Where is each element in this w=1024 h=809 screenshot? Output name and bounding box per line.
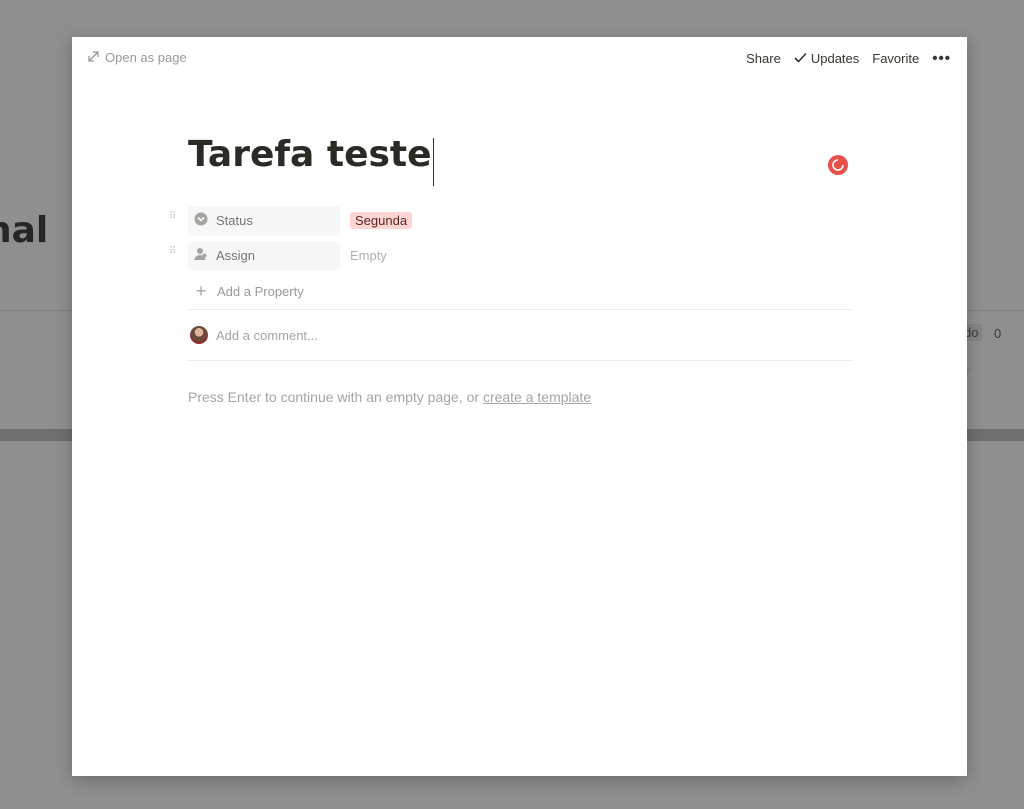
updates-label: Updates	[810, 51, 860, 66]
favorite-button[interactable]: Favorite	[872, 51, 919, 66]
title-row: Tarefa teste	[188, 129, 852, 186]
expand-icon	[88, 50, 99, 65]
comment-row[interactable]: Add a comment...	[188, 310, 852, 360]
modal-topbar: Open as page Share Updates Favorite •••	[72, 37, 967, 81]
updates-button[interactable]: Updates	[794, 51, 859, 66]
plus-icon: +	[195, 281, 207, 301]
add-property-label: Add a Property	[217, 283, 304, 299]
text-caret	[432, 137, 434, 186]
background-title: nal	[0, 210, 49, 251]
check-icon	[794, 51, 811, 66]
more-options-icon[interactable]: •••	[932, 50, 951, 67]
properties-panel: ⠿ Status Segunda ⠿ Assign Empty + Add a …	[169, 203, 852, 405]
drag-handle-icon[interactable]: ⠿	[169, 247, 177, 263]
property-label: Assign	[216, 248, 256, 263]
status-tag: Segunda	[350, 212, 413, 229]
property-name-assign[interactable]: Assign	[188, 240, 340, 271]
add-property-button[interactable]: + Add a Property	[188, 273, 852, 309]
divider	[188, 360, 852, 361]
property-name-status[interactable]: Status	[188, 205, 340, 236]
chevron-circle-icon	[194, 212, 208, 229]
background-count: 0	[994, 326, 1002, 341]
drag-handle-icon[interactable]: ⠿	[169, 212, 177, 228]
page-modal: Open as page Share Updates Favorite ••• …	[72, 37, 967, 776]
avatar	[190, 326, 208, 344]
comment-input[interactable]: Add a comment...	[216, 328, 318, 343]
page-content: Tarefa teste ⠿ Status Segunda ⠿ Assign E…	[169, 129, 852, 405]
empty-page-hint: Press Enter to continue with an empty pa…	[188, 389, 852, 405]
property-value-status[interactable]: Segunda	[350, 206, 413, 236]
property-value-assign[interactable]: Empty	[350, 241, 387, 271]
sync-status-icon	[828, 155, 848, 175]
open-as-page-label: Open as page	[105, 50, 187, 65]
property-row-assign: ⠿ Assign Empty	[169, 238, 852, 273]
property-row-status: ⠿ Status Segunda	[169, 203, 852, 238]
page-title[interactable]: Tarefa teste	[188, 129, 432, 181]
person-icon	[194, 247, 208, 264]
hint-text: Press Enter to continue with an empty pa…	[188, 389, 483, 405]
create-template-link[interactable]: create a template	[483, 389, 591, 405]
share-button[interactable]: Share	[746, 51, 781, 66]
open-as-page-button[interactable]: Open as page	[88, 50, 187, 65]
top-actions: Share Updates Favorite •••	[746, 50, 951, 67]
property-label: Status	[216, 213, 253, 228]
